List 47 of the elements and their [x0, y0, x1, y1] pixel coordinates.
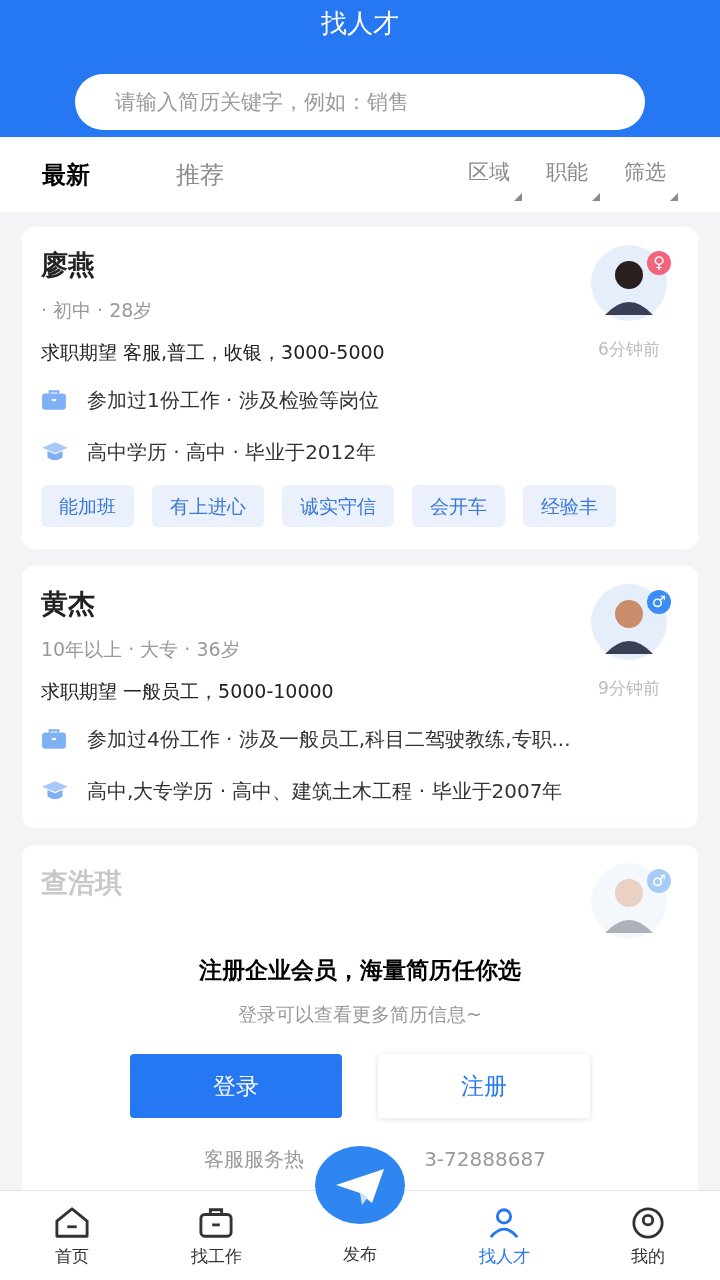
candidate-name: 黄杰 [41, 587, 96, 621]
gender-badge: ♂ [647, 590, 671, 614]
filter-dropdown[interactable]: 筛选 [624, 156, 678, 201]
caret-icon [592, 192, 600, 201]
job-expectation: 求职期望 一般员工，5000-10000 [41, 679, 335, 704]
nav-item[interactable]: 首页 [0, 1191, 144, 1280]
education-info: 高中学历 · 高中 · 毕业于2012年 [87, 439, 377, 466]
resume-card[interactable]: 黄杰 10年以上 · 大专 · 36岁 求职期望 一般员工，5000-10000 ♂ 9分钟前 参加过4份工作 · 涉及一般员工,科目二驾驶教练,专职... 高中,大专学历 · 高中、建筑土木工程 · 毕业于2007年 [22, 566, 698, 828]
prompt-subtitle: 登录可以查看更多简历信息~ [238, 1001, 482, 1027]
skill-tag: 会开车 [412, 485, 505, 527]
register-button[interactable]: 注册 [378, 1054, 590, 1118]
graduation-cap-icon [41, 780, 69, 802]
posted-time: 6分钟前 [598, 338, 660, 361]
tab[interactable]: 最新 [42, 156, 90, 193]
prompt-title: 注册企业会员，海量简历任你选 [199, 956, 521, 985]
candidate-name: 廖燕 [41, 248, 96, 282]
skill-tag: 能加班 [41, 485, 134, 527]
filter-dropdown[interactable]: 区域 [468, 156, 522, 201]
education-info: 高中,大专学历 · 高中、建筑土木工程 · 毕业于2007年 [87, 778, 563, 805]
candidate-meta: · 初中 · 28岁 [41, 298, 154, 323]
caret-icon [670, 192, 678, 201]
work-experience: 参加过4份工作 · 涉及一般员工,科目二驾驶教练,专职... [87, 726, 571, 753]
hotline-text: 客服服务热 [204, 1146, 305, 1173]
nav-item[interactable]: 发布 [314, 1145, 406, 1280]
briefcase-icon [196, 1205, 236, 1240]
search-field[interactable]: 请输入简历关键字，例如：销售 [75, 74, 645, 130]
hotline-number: 3-72888687 [424, 1146, 546, 1173]
skill-tag: 经验丰 [523, 485, 616, 527]
posted-time: 9分钟前 [598, 677, 660, 700]
briefcase-icon [41, 389, 67, 411]
candidate-meta: 10年以上 · 大专 · 36岁 [41, 637, 241, 662]
skill-tag: 有上进心 [152, 485, 264, 527]
nav-item[interactable]: 找人才 [432, 1191, 576, 1280]
gender-badge: ♂ [647, 869, 671, 893]
briefcase-icon [41, 728, 67, 750]
caret-icon [514, 192, 522, 201]
nav-item[interactable]: 找工作 [144, 1191, 288, 1280]
page-title: 找人才 [321, 7, 399, 40]
gender-badge: ♀ [647, 251, 671, 275]
home-icon [52, 1205, 92, 1240]
skill-tag: 诚实守信 [282, 485, 394, 527]
graduation-cap-icon [41, 441, 69, 463]
work-experience: 参加过1份工作 · 涉及检验等岗位 [87, 387, 379, 414]
resume-card[interactable]: 廖燕 · 初中 · 28岁 求职期望 客服,普工，收银，3000-5000 ♀ 6分钟前 参加过1份工作 · 涉及检验等岗位 高中学历 · 高中 · 毕业于2012年 能加班 有上进心 诚实守信 会开车 经验丰 [22, 227, 698, 549]
job-expectation: 求职期望 客服,普工，收银，3000-5000 [41, 340, 386, 365]
nav-item[interactable]: 我的 [576, 1191, 720, 1280]
login-button[interactable]: 登录 [130, 1054, 342, 1118]
